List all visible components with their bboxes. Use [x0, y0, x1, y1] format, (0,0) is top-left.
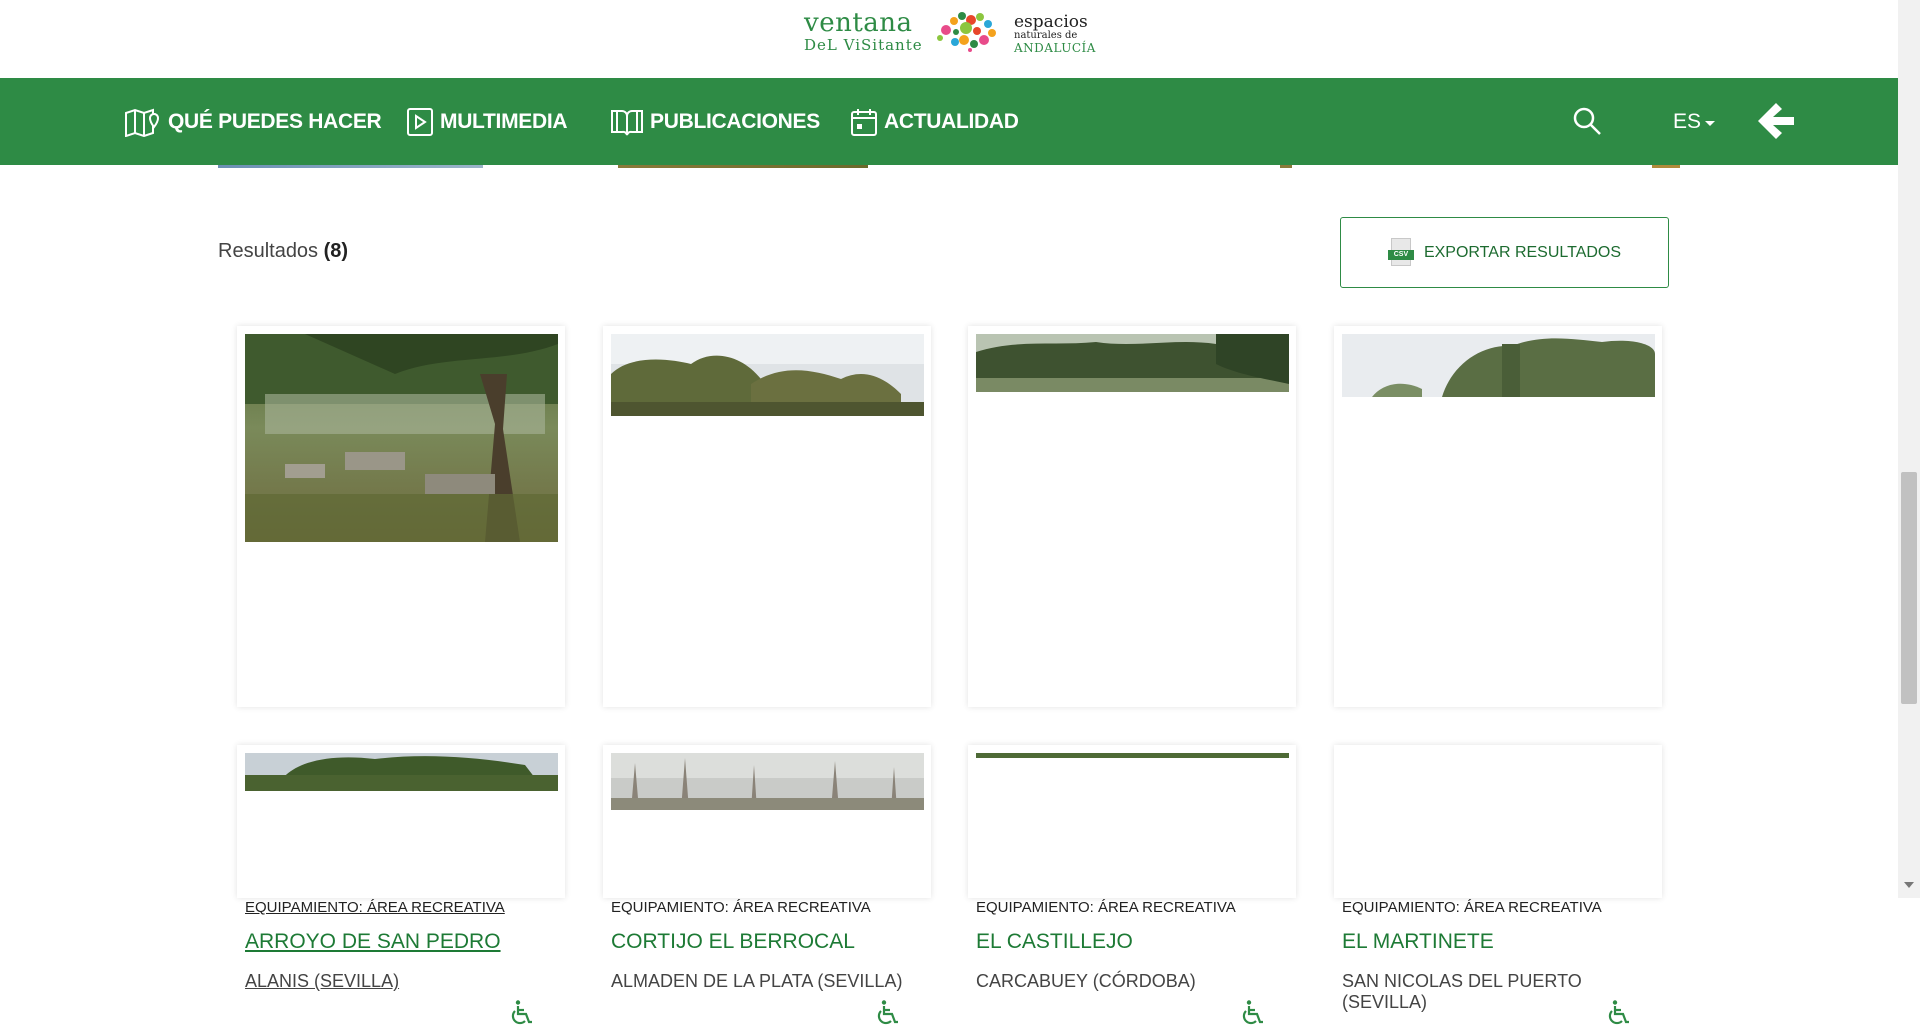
card-photo	[245, 753, 558, 791]
card-location[interactable]: ALMADEN DE LA PLATA (SEVILLA)	[611, 971, 902, 992]
nav-label-que-puedes-hacer: QUÉ PUEDES HACER	[168, 109, 382, 133]
map-pin-icon	[125, 108, 160, 137]
play-icon	[407, 107, 433, 136]
results-label: Resultados	[218, 240, 319, 262]
scrollbar-thumb[interactable]	[1901, 472, 1917, 704]
export-results-label: EXPORTAR RESULTADOS	[1423, 243, 1622, 261]
csv-file-icon: CSV	[1387, 237, 1414, 268]
arrow-left-icon[interactable]	[1756, 99, 1796, 143]
results-count: Resultados (8)	[218, 240, 348, 263]
previous-image-edge	[618, 165, 868, 168]
results-number: (8)	[323, 240, 349, 262]
result-card[interactable]: EQUIPAMIENTO: ÁREA RECREATIVA EL CASTILL…	[968, 326, 1296, 1025]
logo-flower-icon	[937, 12, 996, 52]
result-card[interactable]	[968, 745, 1296, 898]
nav-item-que-puedes-hacer[interactable]: QUÉ PUEDES HACER	[124, 78, 382, 165]
logo-text-ventana: ventana	[804, 8, 913, 38]
scroll-down-arrow-icon[interactable]	[1904, 882, 1914, 888]
logo-text-andalucia: ANDALUCÍA	[1014, 41, 1096, 55]
main-navigation: QUÉ PUEDES HACER MULTIMEDIA PUBLICACIONE…	[0, 78, 1898, 165]
csv-icon-label: CSV	[1387, 249, 1414, 260]
card-photo	[611, 334, 924, 416]
nav-item-actualidad[interactable]: ACTUALIDAD	[850, 78, 1019, 165]
card-photo	[1342, 334, 1655, 397]
card-location[interactable]: ALANIS (SEVILLA)	[245, 971, 399, 992]
card-category[interactable]: EQUIPAMIENTO: ÁREA RECREATIVA	[611, 899, 871, 916]
language-selector[interactable]: ES	[1673, 78, 1716, 165]
logo-text-espacios: espacios	[1014, 12, 1088, 32]
nav-item-publicaciones[interactable]: PUBLICACIONES	[610, 78, 820, 165]
result-card[interactable]	[603, 745, 931, 898]
nav-label-multimedia: MULTIMEDIA	[440, 109, 568, 133]
card-title[interactable]: ARROYO DE SAN PEDRO	[245, 930, 501, 954]
page-scrollbar[interactable]	[1898, 0, 1920, 898]
calendar-icon	[851, 108, 877, 136]
result-card[interactable]: EQUIPAMIENTO: ÁREA RECREATIVA EL MARTINE…	[1334, 326, 1662, 1025]
wheelchair-icon	[877, 1000, 898, 1025]
book-icon	[611, 109, 643, 135]
chevron-down-icon	[1705, 121, 1716, 126]
result-card[interactable]	[1334, 745, 1662, 898]
header-logo-bar: ventana DeL ViSitante espacios naturales…	[0, 0, 1898, 78]
card-photo	[611, 753, 924, 810]
nav-item-multimedia[interactable]: MULTIMEDIA	[406, 78, 568, 165]
result-card[interactable]: EQUIPAMIENTO: ÁREA RECREATIVA ARROYO DE …	[237, 326, 565, 1025]
card-category[interactable]: EQUIPAMIENTO: ÁREA RECREATIVA	[245, 899, 505, 916]
logo-text-naturales: naturales de	[1014, 30, 1078, 41]
wheelchair-icon	[1242, 1000, 1263, 1025]
card-category[interactable]: EQUIPAMIENTO: ÁREA RECREATIVA	[1342, 899, 1602, 916]
wheelchair-icon	[1608, 1000, 1629, 1025]
card-photo	[976, 334, 1289, 392]
language-label: ES	[1673, 109, 1702, 133]
nav-label-actualidad: ACTUALIDAD	[884, 109, 1019, 133]
previous-image-edge	[1280, 165, 1292, 168]
card-title[interactable]: EL MARTINETE	[1342, 930, 1494, 954]
card-photo	[976, 753, 1289, 758]
card-title[interactable]: EL CASTILLEJO	[976, 930, 1133, 954]
logo-text-visitante: DeL ViSitante	[804, 36, 923, 54]
export-results-button[interactable]: CSV EXPORTAR RESULTADOS	[1340, 217, 1669, 288]
result-card[interactable]: EQUIPAMIENTO: ÁREA RECREATIVA CORTIJO EL…	[603, 326, 931, 1025]
nav-label-publicaciones: PUBLICACIONES	[650, 109, 820, 133]
search-icon[interactable]	[1571, 105, 1603, 137]
card-category[interactable]: EQUIPAMIENTO: ÁREA RECREATIVA	[976, 899, 1236, 916]
wheelchair-icon	[511, 1000, 532, 1025]
card-photo	[245, 334, 558, 542]
card-title[interactable]: CORTIJO EL BERROCAL	[611, 930, 855, 954]
previous-image-edge	[1652, 165, 1680, 168]
result-card[interactable]	[237, 745, 565, 898]
previous-image-edge	[218, 165, 483, 168]
site-logo[interactable]: ventana DeL ViSitante espacios naturales…	[804, 8, 1096, 56]
card-location[interactable]: CARCABUEY (CÓRDOBA)	[976, 971, 1196, 992]
